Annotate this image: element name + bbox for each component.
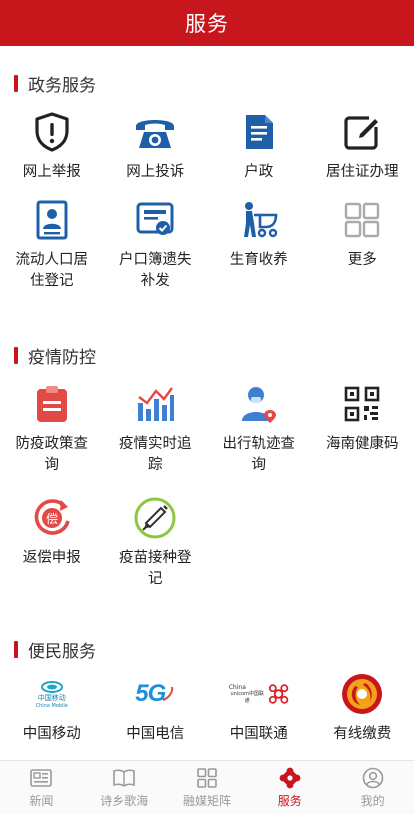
service-household-register-reissue[interactable]: 户口簿遗失补发 [104, 198, 208, 296]
service-household-affairs[interactable]: 户政 [207, 110, 311, 198]
id-card-icon [30, 198, 74, 242]
service-online-complaint[interactable]: 网上投诉 [104, 110, 208, 198]
tab-services[interactable]: 服务 [248, 761, 331, 814]
service-residence-permit[interactable]: 居住证办理 [311, 110, 414, 198]
service-vaccination-registration[interactable]: 疫苗接种登记 [104, 496, 208, 606]
service-floating-population-registration[interactable]: 流动人口居住登记 [0, 198, 104, 296]
service-online-report[interactable]: 网上举报 [0, 110, 104, 198]
tab-media-matrix[interactable]: 融媒矩阵 [166, 761, 249, 814]
svg-text:偿: 偿 [46, 511, 58, 526]
service-label: 生育收养 [229, 252, 288, 268]
service-label: 中国移动 [22, 726, 81, 742]
section-title: 疫情防控 [0, 340, 414, 370]
bar-chart-icon [133, 382, 177, 426]
more-grid-icon [340, 198, 384, 242]
service-label: 防疫政策查询 [15, 436, 89, 473]
section-convenience-services: 便民服务 中国移动 China Mobile 中国移动 5G 中国电信 Chin… [0, 634, 414, 752]
service-birth-adoption[interactable]: 生育收养 [207, 198, 311, 296]
service-label: 居住证办理 [326, 164, 399, 180]
qr-code-icon [340, 382, 384, 426]
service-more[interactable]: 更多 [311, 198, 414, 296]
bottom-tab-bar: 新闻 诗乡歌海 融媒矩阵 服务 我的 [0, 760, 414, 814]
service-china-unicom[interactable]: China unicom中国联通 中国联通 [207, 672, 311, 752]
service-hainan-health-code[interactable]: 海南健康码 [311, 382, 414, 496]
section-title-text: 政务服务 [28, 75, 96, 96]
service-epidemic-tracking[interactable]: 疫情实时追踪 [104, 382, 208, 496]
traveler-location-icon [237, 382, 281, 426]
service-label: 流动人口居住登记 [15, 252, 89, 289]
service-label: 网上投诉 [126, 164, 185, 180]
service-label: 网上举报 [22, 164, 81, 180]
service-label: 中国电信 [126, 726, 185, 742]
service-cable-tv-payment[interactable]: 有线缴费 [311, 672, 414, 752]
service-label: 疫苗接种登记 [119, 550, 192, 587]
book-icon [113, 767, 135, 789]
document-icon [237, 110, 281, 154]
service-icon [279, 767, 301, 789]
service-label: 更多 [347, 252, 377, 268]
service-label: 中国联通 [229, 726, 288, 742]
service-label: 海南健康码 [326, 436, 399, 452]
service-label: 有线缴费 [333, 726, 392, 742]
edit-icon [340, 110, 384, 154]
service-label: 出行轨迹查询 [222, 436, 296, 473]
section-government-services: 政务服务 网上举报 网上投诉 户政 居住证办理 流动人口居住登记 户口簿遗失补发… [0, 68, 414, 296]
section-title-text: 便民服务 [28, 641, 96, 662]
service-china-telecom[interactable]: 5G 中国电信 [104, 672, 208, 752]
tab-poetry-songs[interactable]: 诗乡歌海 [83, 761, 166, 814]
shield-alert-icon [30, 110, 74, 154]
syringe-icon [133, 496, 177, 540]
news-icon [30, 767, 53, 789]
stroller-icon [237, 198, 281, 242]
service-label: 户口簿遗失补发 [119, 252, 192, 289]
app-header: 服务 [0, 0, 414, 46]
service-travel-history-query[interactable]: 出行轨迹查询 [207, 382, 311, 496]
clipboard-icon [30, 382, 74, 426]
cable-tv-logo [340, 672, 384, 716]
service-china-mobile[interactable]: 中国移动 China Mobile 中国移动 [0, 672, 104, 752]
page-title: 服务 [185, 12, 229, 36]
china-unicom-logo: China unicom中国联通 [229, 672, 289, 716]
certificate-icon [133, 198, 177, 242]
tab-news[interactable]: 新闻 [0, 761, 83, 814]
section-title: 政务服务 [0, 68, 414, 98]
service-prevention-policy-query[interactable]: 防疫政策查询 [0, 382, 104, 496]
china-mobile-logo: 中国移动 China Mobile [30, 672, 74, 716]
refund-icon: 偿 [30, 496, 74, 540]
china-telecom-5g-logo: 5G [133, 672, 177, 716]
service-label: 户政 [244, 164, 274, 180]
user-icon [362, 767, 384, 789]
service-refund-declaration[interactable]: 偿 返偿申报 [0, 496, 104, 606]
section-title-text: 疫情防控 [28, 347, 96, 368]
telephone-icon [133, 110, 177, 154]
section-epidemic-prevention: 疫情防控 防疫政策查询 疫情实时追踪 出行轨迹查询 海南健康码 偿 返偿申报 疫… [0, 340, 414, 606]
service-label: 疫情实时追踪 [119, 436, 192, 473]
matrix-icon [196, 767, 218, 789]
service-label: 返偿申报 [22, 550, 81, 566]
tab-me[interactable]: 我的 [331, 761, 414, 814]
section-title: 便民服务 [0, 634, 414, 664]
